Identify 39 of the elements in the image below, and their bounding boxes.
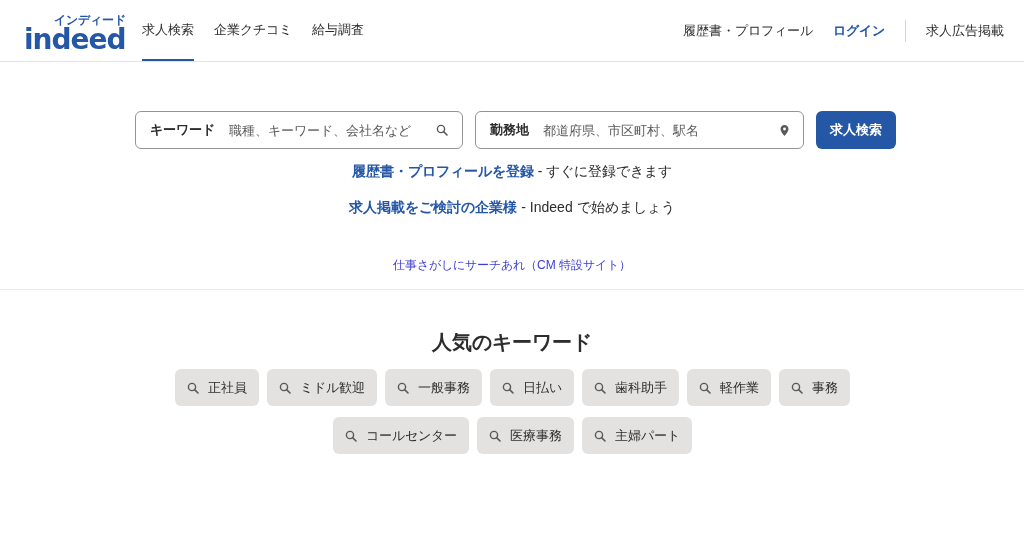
- employer-promo-link[interactable]: 求人掲載をご検討の企業様: [349, 199, 518, 215]
- search-icon: [344, 429, 357, 442]
- logo[interactable]: indeed: [24, 26, 126, 53]
- keyword-chip[interactable]: 事務: [778, 369, 850, 406]
- search-icon: [396, 381, 409, 394]
- keyword-chip[interactable]: 一般事務: [384, 369, 482, 406]
- keyword-chip[interactable]: 正社員: [174, 369, 259, 406]
- keyword-chip[interactable]: コールセンター: [332, 417, 469, 454]
- nav-tab[interactable]: 企業クチコミ: [213, 0, 302, 61]
- register-link[interactable]: 履歴書・プロフィールを登録: [351, 163, 534, 179]
- search-icon: [698, 381, 711, 394]
- search-icon: [501, 381, 514, 394]
- search-icon: [186, 381, 199, 394]
- cm-site-link[interactable]: 仕事さがしにサーチあれ（CM 特設サイト）: [393, 257, 631, 274]
- map-pin-icon: [779, 124, 789, 136]
- keyword-chip[interactable]: 日払い: [489, 369, 574, 406]
- search-icon: [488, 429, 501, 442]
- location-field[interactable]: 勤務地 都道府県、市区町村、駅名: [474, 111, 804, 149]
- resume-link[interactable]: 履歴書・プロフィール: [673, 0, 823, 61]
- nav-tab[interactable]: 求人検索: [141, 0, 194, 61]
- keyword-field[interactable]: キーワード 職種、キーワード、会社名など: [134, 111, 463, 149]
- promo-text: 履歴書・プロフィールを登録 - すぐに登録できます: [351, 163, 673, 181]
- nav-tab[interactable]: 給与調査: [301, 0, 374, 61]
- search-button[interactable]: 求人検索: [815, 111, 896, 149]
- section-heading: 人気のキーワード: [432, 330, 592, 355]
- employer-link[interactable]: 求人広告掲載: [916, 0, 1004, 61]
- search-icon: [278, 381, 291, 394]
- keyword-chip[interactable]: 医療事務: [476, 417, 574, 454]
- keyword-chip[interactable]: ミドル歓迎: [266, 369, 377, 406]
- keyword-chip[interactable]: 歯科助手: [581, 369, 679, 406]
- search-icon: [790, 381, 803, 394]
- keyword-chip[interactable]: 軽作業: [686, 369, 771, 406]
- login-link[interactable]: ログイン: [823, 0, 905, 61]
- keyword-chip[interactable]: 主婦パート: [581, 417, 692, 454]
- search-icon: [593, 429, 606, 442]
- logo-kana: インディード: [53, 12, 126, 27]
- search-icon: [593, 381, 606, 394]
- search-icon: [435, 124, 448, 136]
- promo-text: 求人掲載をご検討の企業様 - Indeed で始めましょう: [349, 199, 675, 217]
